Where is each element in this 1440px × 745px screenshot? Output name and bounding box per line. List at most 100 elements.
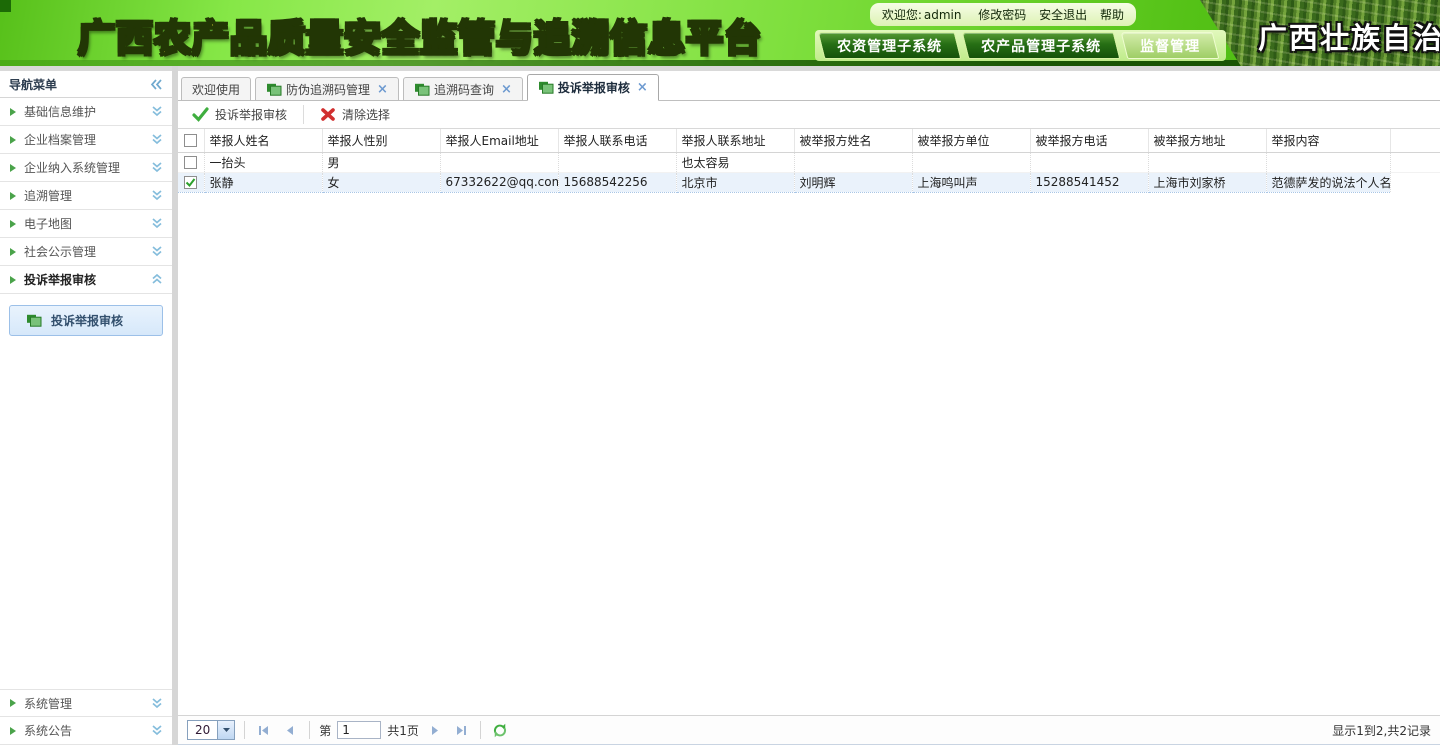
document-tab[interactable]: 投诉举报审核 × [527, 74, 659, 101]
row-select-cell [178, 152, 204, 172]
sidebar-item[interactable]: 追溯管理 [0, 182, 172, 210]
table-row[interactable]: 张静女67332622@qq.com15688542256北京市刘明辉上海鸣叫声… [178, 172, 1440, 192]
cell: 一抬头 [204, 152, 322, 172]
column-header[interactable]: 举报人联系地址 [676, 129, 794, 152]
cell: 67332622@qq.com [440, 172, 558, 192]
document-tabbar: 欢迎使用防伪追溯码管理×追溯码查询×投诉举报审核× [178, 71, 1440, 101]
change-password-link[interactable]: 修改密码 [978, 8, 1026, 22]
sidebar-submenu-panel: 投诉举报审核 [0, 294, 172, 347]
chevron-double-down-icon[interactable] [151, 190, 163, 201]
total-pages-label: 共1页 [387, 722, 419, 739]
page-number-input[interactable] [337, 721, 381, 739]
sidebar-filler [0, 347, 172, 689]
tab-close-icon[interactable]: × [377, 83, 388, 96]
sidebar-item-label: 系统管理 [24, 695, 72, 712]
table-row[interactable]: 一抬头男也太容易 [178, 152, 1440, 172]
column-header[interactable]: 被举报方地址 [1148, 129, 1266, 152]
cell [794, 152, 912, 172]
sidebar-item[interactable]: 企业档案管理 [0, 126, 172, 154]
triangle-right-icon [9, 107, 17, 117]
triangle-right-icon [9, 219, 17, 229]
column-header[interactable]: 被举报方姓名 [794, 129, 912, 152]
pager-separator [480, 721, 481, 739]
document-tab-label: 防伪追溯码管理 [286, 81, 370, 98]
chevron-double-down-icon[interactable] [151, 246, 163, 257]
column-header[interactable]: 举报人性别 [322, 129, 440, 152]
triangle-right-icon [9, 726, 17, 736]
system-tab[interactable]: 农资管理子系统 [818, 32, 962, 59]
chevron-double-down-icon[interactable] [151, 218, 163, 229]
page-label-prefix: 第 [319, 722, 331, 739]
prev-page-button[interactable] [280, 720, 300, 740]
submenu-item-label: 投诉举报审核 [51, 312, 123, 329]
pagination-bar: 20 第 共1页 [178, 715, 1440, 745]
document-tab-label: 投诉举报审核 [558, 79, 630, 96]
system-tab[interactable]: 农产品管理子系统 [962, 32, 1121, 59]
select-all-checkbox[interactable] [184, 134, 197, 147]
sidebar-item[interactable]: 基础信息维护 [0, 98, 172, 126]
pager-separator [309, 721, 310, 739]
tab-close-icon[interactable]: × [501, 83, 512, 96]
refresh-icon[interactable] [490, 720, 510, 740]
chevron-double-down-icon[interactable] [151, 698, 163, 709]
cell [1030, 152, 1148, 172]
sidebar-item[interactable]: 社会公示管理 [0, 238, 172, 266]
column-header[interactable]: 被举报方电话 [1030, 129, 1148, 152]
logout-link[interactable]: 安全退出 [1039, 8, 1087, 22]
chevron-double-up-icon[interactable] [151, 274, 163, 285]
column-header[interactable]: 举报人联系电话 [558, 129, 676, 152]
sidebar-item-label: 电子地图 [24, 215, 72, 232]
next-page-button[interactable] [425, 720, 445, 740]
sidebar-item[interactable]: 系统公告 [0, 717, 172, 745]
column-header[interactable]: 举报人姓名 [204, 129, 322, 152]
document-tab[interactable]: 追溯码查询× [403, 77, 523, 101]
chevron-double-down-icon[interactable] [151, 162, 163, 173]
cell [912, 152, 1030, 172]
sidebar-item-label: 社会公示管理 [24, 243, 96, 260]
pager-separator [244, 721, 245, 739]
help-link[interactable]: 帮助 [1100, 8, 1124, 22]
document-tab[interactable]: 防伪追溯码管理 × [255, 77, 399, 101]
chevron-double-down-icon[interactable] [151, 725, 163, 736]
chevron-down-icon[interactable] [217, 721, 234, 739]
chevron-double-down-icon[interactable] [151, 106, 163, 117]
select-all-header [178, 129, 204, 152]
sidebar-item-label: 系统公告 [24, 722, 72, 739]
system-tab[interactable]: 监督管理 [1121, 32, 1220, 59]
record-summary: 显示1到2,共2记录 [1332, 722, 1431, 739]
page-size-select[interactable]: 20 [187, 720, 235, 740]
sidebar-item[interactable]: 电子地图 [0, 210, 172, 238]
cell [440, 152, 558, 172]
cell [1148, 152, 1266, 172]
submenu-item-complaint-audit[interactable]: 投诉举报审核 [9, 305, 163, 336]
folder-icon [266, 83, 282, 96]
sidebar-header: 导航菜单 [0, 71, 172, 98]
sidebar-title: 导航菜单 [9, 76, 57, 93]
sidebar-item[interactable]: 企业纳入系统管理 [0, 154, 172, 182]
clear-selection-button[interactable]: 清除选择 [313, 103, 397, 126]
row-checkbox[interactable] [184, 156, 197, 169]
sidebar-item[interactable]: 系统管理 [0, 689, 172, 717]
triangle-right-icon [9, 247, 17, 257]
triangle-right-icon [9, 191, 17, 201]
sidebar: 导航菜单 基础信息维护企业档案管理企业纳入系统管理追溯管理电子地图社会公示管理投… [0, 71, 172, 745]
cell: 上海市刘家桥 [1148, 172, 1266, 192]
page-size-value: 20 [188, 721, 217, 739]
document-tab[interactable]: 欢迎使用 [181, 77, 251, 101]
column-header[interactable]: 被举报方单位 [912, 129, 1030, 152]
cell-filler [1390, 152, 1440, 172]
column-header[interactable]: 举报内容 [1266, 129, 1390, 152]
chevron-double-down-icon[interactable] [151, 134, 163, 145]
column-header[interactable]: 举报人Email地址 [440, 129, 558, 152]
header-banner: 广西农产品质量安全监管与追溯信息平台 欢迎您:admin 修改密码 安全退出 帮… [0, 0, 1440, 66]
row-checkbox[interactable] [184, 176, 197, 189]
sidebar-collapse-icon[interactable] [150, 79, 163, 90]
tab-close-icon[interactable]: × [637, 81, 648, 94]
first-page-button[interactable] [254, 720, 274, 740]
cell: 也太容易 [676, 152, 794, 172]
audit-button[interactable]: 投诉举报审核 [185, 103, 294, 126]
sidebar-item-label: 基础信息维护 [24, 103, 96, 120]
last-page-button[interactable] [451, 720, 471, 740]
content-empty-area [178, 193, 1440, 716]
sidebar-item[interactable]: 投诉举报审核 [0, 266, 172, 294]
